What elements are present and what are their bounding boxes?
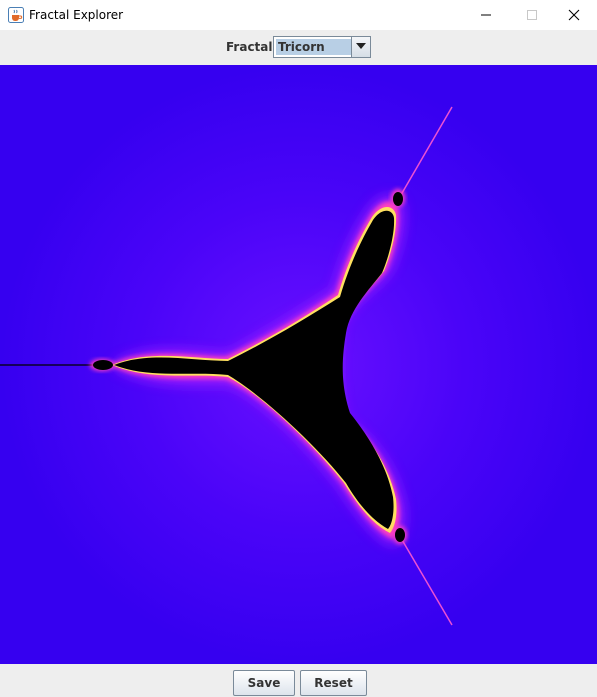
close-icon — [568, 9, 580, 21]
chevron-down-icon — [356, 43, 366, 49]
reset-button[interactable]: Reset — [300, 670, 367, 696]
button-bar: Save Reset — [0, 664, 597, 697]
minimize-button[interactable] — [463, 0, 509, 30]
close-button[interactable] — [551, 0, 597, 30]
maximize-icon — [527, 10, 537, 20]
minimize-icon — [481, 14, 491, 16]
java-cup-icon — [8, 7, 24, 23]
maximize-button[interactable] — [509, 0, 555, 30]
title-bar: Fractal Explorer — [0, 0, 597, 30]
window-title: Fractal Explorer — [29, 8, 124, 22]
fractal-select-value: Tricorn — [276, 39, 352, 55]
fractal-image — [0, 65, 597, 664]
fractal-toolbar: Fractal: Tricorn — [0, 30, 597, 65]
fractal-canvas[interactable] — [0, 65, 597, 664]
dropdown-arrow-button[interactable] — [351, 37, 370, 57]
fractal-select[interactable]: Tricorn — [273, 36, 371, 58]
save-button[interactable]: Save — [233, 670, 295, 696]
fractal-label: Fractal: — [226, 40, 278, 54]
